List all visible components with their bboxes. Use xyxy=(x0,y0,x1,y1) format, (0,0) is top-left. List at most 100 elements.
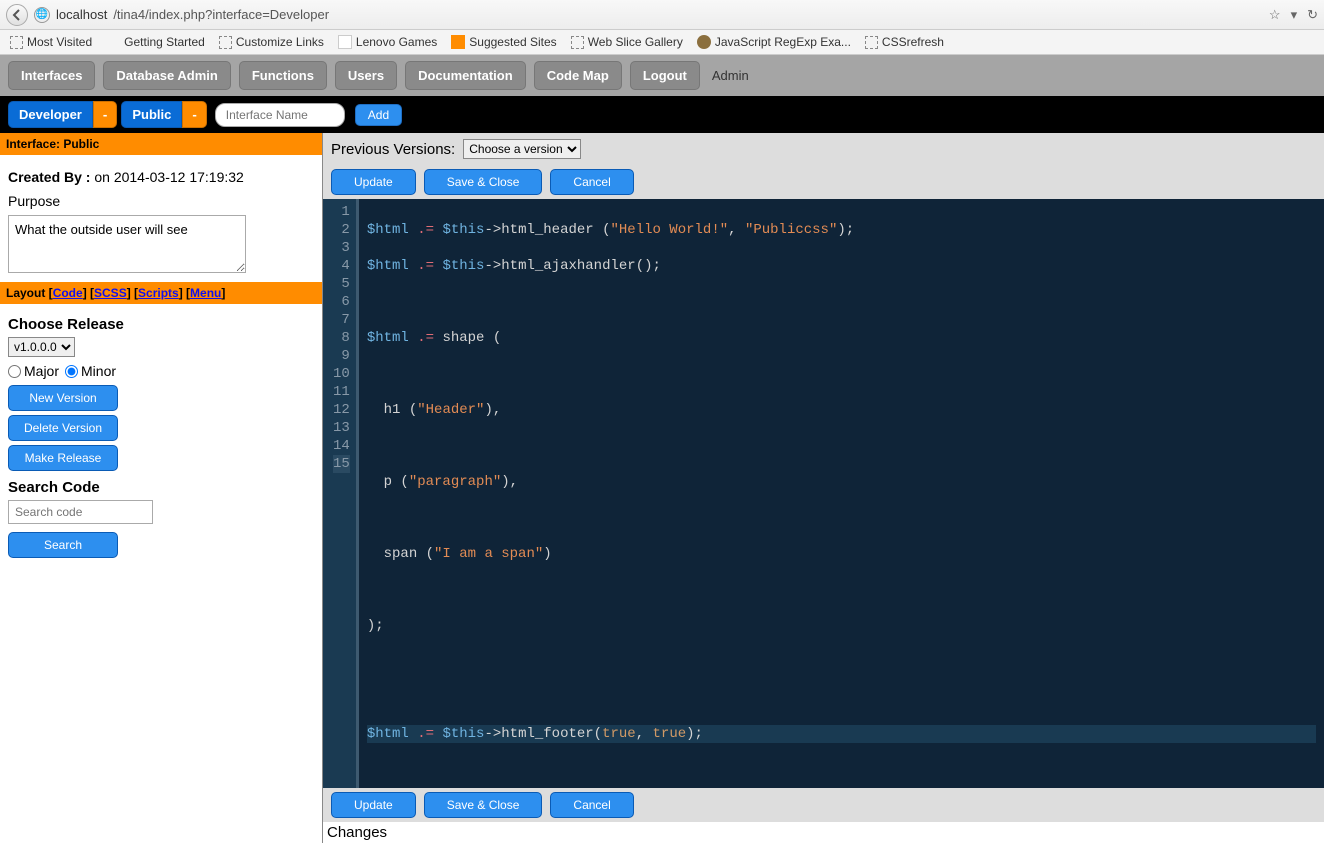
line-number: 15 xyxy=(333,455,350,473)
tab-developer-remove[interactable]: - xyxy=(93,101,117,128)
search-button[interactable]: Search xyxy=(8,532,118,558)
bookmark-item[interactable]: Customize Links xyxy=(219,35,324,49)
dashed-icon xyxy=(571,36,584,49)
layout-link-menu[interactable]: Menu xyxy=(190,286,221,300)
sub-nav: Developer - Public - Add xyxy=(0,96,1324,133)
layout-link-code[interactable]: Code xyxy=(53,286,83,300)
line-number: 8 xyxy=(333,329,350,347)
previous-versions-row: Previous Versions: Choose a version xyxy=(323,133,1324,165)
cancel-button-bottom[interactable]: Cancel xyxy=(550,792,633,818)
line-gutter: 123456789101112131415 xyxy=(323,199,359,788)
reload-icon[interactable]: ↻ xyxy=(1307,7,1318,23)
editor-pane: Previous Versions: Choose a version Upda… xyxy=(322,133,1324,843)
version-select[interactable]: Choose a version xyxy=(463,139,581,159)
tab-developer[interactable]: Developer xyxy=(8,101,93,128)
bookmark-item[interactable]: Web Slice Gallery xyxy=(571,35,683,49)
line-number: 11 xyxy=(333,383,350,401)
line-number: 10 xyxy=(333,365,350,383)
purpose-textarea[interactable] xyxy=(8,215,246,273)
delete-version-button[interactable]: Delete Version xyxy=(8,415,118,441)
layout-prefix: Layout xyxy=(6,286,45,300)
nav-code-map[interactable]: Code Map xyxy=(534,61,622,90)
monkey-icon xyxy=(697,35,711,49)
make-release-button[interactable]: Make Release xyxy=(8,445,118,471)
line-number: 1 xyxy=(333,203,350,221)
save-close-button-top[interactable]: Save & Close xyxy=(424,169,543,195)
bookmark-item[interactable]: Most Visited xyxy=(10,35,92,49)
previous-versions-label: Previous Versions: xyxy=(331,141,455,158)
line-number: 12 xyxy=(333,401,350,419)
major-radio[interactable] xyxy=(8,365,21,378)
choose-release-label: Choose Release xyxy=(8,316,314,333)
top-nav: Interfaces Database Admin Functions Users Do… xyxy=(0,55,1324,96)
bookmarks-bar: Most Visited Getting Started Customize Lin… xyxy=(0,30,1324,55)
bookmark-label: Lenovo Games xyxy=(356,35,437,49)
update-button-top[interactable]: Update xyxy=(331,169,416,195)
major-label: Major xyxy=(24,363,59,379)
tab-public-remove[interactable]: - xyxy=(182,101,206,128)
layout-link-scripts[interactable]: Scripts xyxy=(138,286,179,300)
bookmark-item[interactable]: Getting Started xyxy=(106,35,205,49)
bookmark-label: CSSrefresh xyxy=(882,35,944,49)
release-select[interactable]: v1.0.0.0 xyxy=(8,337,75,357)
bookmark-item[interactable]: JavaScript RegExp Exa... xyxy=(697,35,851,49)
url-host: localhost xyxy=(56,7,107,22)
tab-public[interactable]: Public xyxy=(121,101,182,128)
url-path: /tina4/index.php?interface=Developer xyxy=(113,7,329,22)
bookmark-label: Most Visited xyxy=(27,35,92,49)
nav-interfaces[interactable]: Interfaces xyxy=(8,61,95,90)
search-code-label: Search Code xyxy=(8,479,314,496)
url-bar[interactable]: localhost/tina4/index.php?interface=Deve… xyxy=(56,7,1263,22)
minor-radio[interactable] xyxy=(65,365,78,378)
created-by-value: on 2014-03-12 17:19:32 xyxy=(94,169,243,185)
dashed-icon xyxy=(865,36,878,49)
line-number: 2 xyxy=(333,221,350,239)
cancel-button-top[interactable]: Cancel xyxy=(550,169,633,195)
back-button[interactable] xyxy=(6,4,28,26)
save-close-button-bottom[interactable]: Save & Close xyxy=(424,792,543,818)
add-button[interactable]: Add xyxy=(355,104,402,126)
line-number: 14 xyxy=(333,437,350,455)
nav-logout[interactable]: Logout xyxy=(630,61,700,90)
bookmark-label: Customize Links xyxy=(236,35,324,49)
interface-header: Interface: Public xyxy=(0,133,322,155)
bookmark-star-icon[interactable]: ☆ xyxy=(1269,7,1281,23)
line-number: 5 xyxy=(333,275,350,293)
created-by-line: Created By : on 2014-03-12 17:19:32 xyxy=(8,169,314,185)
bookmark-label: Suggested Sites xyxy=(469,35,556,49)
bookmark-item[interactable]: Suggested Sites xyxy=(451,35,556,49)
admin-label: Admin xyxy=(712,68,749,83)
bookmark-label: Web Slice Gallery xyxy=(588,35,683,49)
lenovo-icon xyxy=(338,35,352,49)
update-button-bottom[interactable]: Update xyxy=(331,792,416,818)
line-number: 7 xyxy=(333,311,350,329)
bookmark-item[interactable]: Lenovo Games xyxy=(338,35,437,49)
bookmark-label: JavaScript RegExp Exa... xyxy=(715,35,851,49)
dashed-icon xyxy=(10,36,23,49)
bookmark-item[interactable]: CSSrefresh xyxy=(865,35,944,49)
new-version-button[interactable]: New Version xyxy=(8,385,118,411)
interface-name-input[interactable] xyxy=(215,103,345,127)
orange-icon xyxy=(451,35,465,49)
code-editor[interactable]: 123456789101112131415 $html .= $this->ht… xyxy=(323,199,1324,788)
line-number: 4 xyxy=(333,257,350,275)
nav-documentation[interactable]: Documentation xyxy=(405,61,526,90)
bookmark-label: Getting Started xyxy=(124,35,205,49)
created-by-label: Created By : xyxy=(8,169,90,185)
nav-database-admin[interactable]: Database Admin xyxy=(103,61,230,90)
globe-icon: 🌐 xyxy=(34,7,50,23)
layout-link-scss[interactable]: SCSS xyxy=(94,286,127,300)
line-number: 3 xyxy=(333,239,350,257)
dropdown-icon[interactable]: ▾ xyxy=(1291,7,1298,23)
purpose-label: Purpose xyxy=(8,193,314,209)
layout-bar: Layout [Code] [SCSS] [Scripts] [Menu] xyxy=(0,282,322,304)
browser-chrome: 🌐 localhost/tina4/index.php?interface=De… xyxy=(0,0,1324,30)
firefox-icon xyxy=(106,35,120,49)
nav-users[interactable]: Users xyxy=(335,61,397,90)
search-code-input[interactable] xyxy=(8,500,153,524)
editor-buttons-top: Update Save & Close Cancel xyxy=(323,165,1324,199)
sidebar: Interface: Public Created By : on 2014-0… xyxy=(0,133,322,843)
code-content[interactable]: $html .= $this->html_header ("Hello Worl… xyxy=(359,199,1324,788)
minor-label: Minor xyxy=(81,363,116,379)
nav-functions[interactable]: Functions xyxy=(239,61,327,90)
